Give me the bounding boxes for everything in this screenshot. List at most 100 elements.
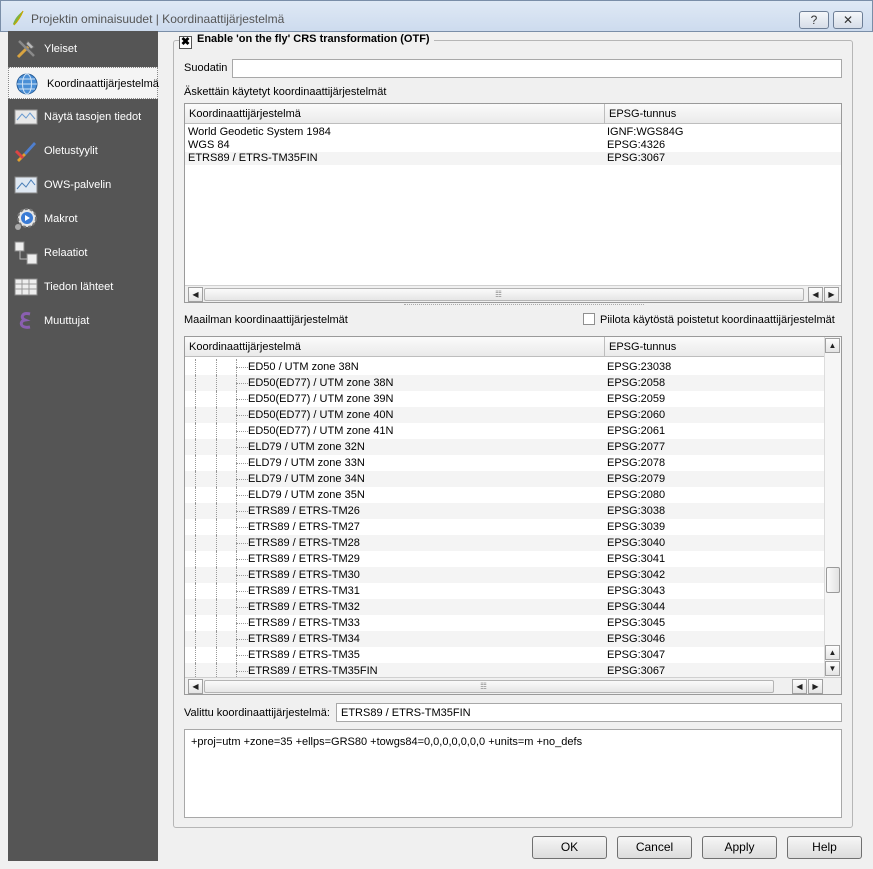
epsg-code-cell: EPSG:2078	[607, 457, 666, 469]
world-vertical-scrollbar[interactable]: ▲ ▲ ▼	[824, 337, 841, 678]
sidebar-item-label: Tiedon lähteet	[44, 281, 114, 293]
column-header-crs[interactable]: Koordinaattijärjestelmä	[185, 104, 605, 124]
window-close-button[interactable]: ✕	[833, 11, 863, 29]
tree-guide-lines	[195, 647, 248, 663]
scroll-left-button[interactable]: ◀	[792, 679, 807, 694]
table-row[interactable]: World Geodetic System 1984 IGNF:WGS84G	[185, 126, 841, 139]
sidebar-item-label: Koordinaattijärjestelmä	[47, 78, 159, 90]
table-row[interactable]: ETRS89 / ETRS-TM35 EPSG:3047	[185, 647, 824, 663]
grip-icon: ⁞⁞⁞⁞	[495, 289, 502, 299]
sidebar-item-ows-server[interactable]: OWS-palvelin	[8, 169, 158, 201]
table-row[interactable]: ETRS89 / ETRS-TM29 EPSG:3041	[185, 551, 824, 567]
window-title: Projektin ominaisuudet | Koordinaattijär…	[31, 12, 285, 26]
gear-play-icon	[15, 208, 37, 230]
crs-name-cell: ETRS89 / ETRS-TM35FIN	[188, 152, 318, 164]
sidebar-item-default-styles[interactable]: Oletustyylit	[8, 135, 158, 167]
crs-name-cell: ETRS89 / ETRS-TM27	[248, 521, 360, 533]
table-row[interactable]: ED50(ED77) / UTM zone 41N EPSG:2061	[185, 423, 824, 439]
tools-icon	[16, 40, 35, 59]
scroll-right-button[interactable]: ▶	[808, 679, 823, 694]
ok-button[interactable]: OK	[532, 836, 607, 859]
sidebar: Yleiset Koordinaattijärjestelmä Näytä ta…	[8, 31, 159, 861]
scroll-left-button[interactable]: ◀	[808, 287, 823, 302]
sidebar-item-macros[interactable]: Makrot	[8, 203, 158, 235]
table-row[interactable]: ETRS89 / ETRS-TM35FIN EPSG:3067	[185, 152, 841, 165]
world-horizontal-scrollbar[interactable]: ◀ ⁞⁞⁞⁞ ◀ ▶	[185, 677, 841, 694]
sidebar-item-relations[interactable]: Relaatiot	[8, 237, 158, 269]
table-row[interactable]: ETRS89 / ETRS-TM28 EPSG:3040	[185, 535, 824, 551]
tree-guide-lines	[195, 375, 248, 391]
sidebar-item-crs[interactable]: Koordinaattijärjestelmä	[8, 67, 159, 99]
table-row[interactable]: ETRS89 / ETRS-TM32 EPSG:3044	[185, 599, 824, 615]
epsg-code-cell: EPSG:2077	[607, 441, 666, 453]
window-help-button[interactable]: ?	[799, 11, 829, 29]
table-row[interactable]: ELD79 / UTM zone 35N EPSG:2080	[185, 487, 824, 503]
recent-horizontal-scrollbar[interactable]: ◀ ⁞⁞⁞⁞ ◀ ▶	[185, 285, 841, 302]
table-row[interactable]: ETRS89 / ETRS-TM31 EPSG:3043	[185, 583, 824, 599]
grip-icon: ⁞⁞⁞⁞	[480, 681, 487, 691]
epsg-code-cell: EPSG:3042	[607, 569, 666, 581]
table-row[interactable]: ETRS89 / ETRS-TM33 EPSG:3045	[185, 615, 824, 631]
table-row[interactable]: ED50 / UTM zone 38N EPSG:23038	[185, 359, 824, 375]
selected-crs-field[interactable]	[336, 703, 842, 722]
table-row[interactable]: ELD79 / UTM zone 33N EPSG:2078	[185, 455, 824, 471]
scroll-left-button[interactable]: ◀	[188, 287, 203, 302]
table-row[interactable]: ED50(ED77) / UTM zone 40N EPSG:2060	[185, 407, 824, 423]
filter-input[interactable]	[232, 59, 842, 78]
tree-guide-lines	[195, 615, 248, 631]
scroll-up-button[interactable]: ▲	[825, 645, 840, 660]
tree-guide-lines	[195, 583, 248, 599]
hide-deprecated-box	[583, 313, 595, 325]
proj4-text-area[interactable]: +proj=utm +zone=35 +ellps=GRS80 +towgs84…	[184, 729, 842, 818]
column-header-crs[interactable]: Koordinaattijärjestelmä	[185, 337, 605, 357]
tree-guide-lines	[195, 359, 248, 375]
crs-name-cell: ED50(ED77) / UTM zone 39N	[248, 393, 394, 405]
sidebar-item-layer-info[interactable]: Näytä tasojen tiedot	[8, 101, 158, 133]
tree-guide-lines	[195, 391, 248, 407]
table-row[interactable]: ETRS89 / ETRS-TM27 EPSG:3039	[185, 519, 824, 535]
sidebar-item-general[interactable]: Yleiset	[8, 33, 158, 65]
scroll-thumb[interactable]	[826, 567, 840, 593]
table-row[interactable]: ETRS89 / ETRS-TM34 EPSG:3046	[185, 631, 824, 647]
help-button[interactable]: Help	[787, 836, 862, 859]
scroll-thumb[interactable]: ⁞⁞⁞⁞	[204, 680, 774, 693]
epsg-code-cell: EPSG:2058	[607, 377, 666, 389]
scroll-thumb[interactable]: ⁞⁞⁞⁞	[204, 288, 804, 301]
scroll-down-button[interactable]: ▼	[825, 661, 840, 676]
table-row[interactable]: ELD79 / UTM zone 32N EPSG:2077	[185, 439, 824, 455]
sidebar-item-variables[interactable]: Muuttujat	[8, 305, 158, 337]
crs-name-cell: ED50 / UTM zone 38N	[248, 361, 359, 373]
column-header-epsg[interactable]: EPSG-tunnus	[605, 104, 841, 124]
epsg-code-cell: EPSG:2060	[607, 409, 666, 421]
crs-name-cell: ETRS89 / ETRS-TM33	[248, 617, 360, 629]
epsg-code-cell: EPSG:3043	[607, 585, 666, 597]
apply-button[interactable]: Apply	[702, 836, 777, 859]
world-crs-table: Koordinaattijärjestelmä EPSG-tunnus ED50…	[184, 336, 842, 695]
crs-name-cell: ED50(ED77) / UTM zone 41N	[248, 425, 394, 437]
hide-deprecated-checkbox[interactable]: Piilota käytöstä poistetut koordinaattij…	[583, 313, 835, 326]
scroll-right-button[interactable]: ▶	[824, 287, 839, 302]
sidebar-item-label: Näytä tasojen tiedot	[44, 111, 142, 123]
cancel-button[interactable]: Cancel	[617, 836, 692, 859]
epsg-code-cell: IGNF:WGS84G	[607, 126, 684, 138]
tree-guide-lines	[195, 599, 248, 615]
tree-guide-lines	[195, 551, 248, 567]
splitter-handle[interactable]	[404, 304, 644, 307]
epsg-code-cell: EPSG:2061	[607, 425, 666, 437]
epsilon-icon	[19, 312, 31, 329]
crs-name-cell: ETRS89 / ETRS-TM35	[248, 649, 360, 661]
sidebar-item-label: Makrot	[44, 213, 78, 225]
table-row[interactable]: WGS 84 EPSG:4326	[185, 139, 841, 152]
sidebar-item-data-sources[interactable]: Tiedon lähteet	[8, 271, 158, 303]
table-row[interactable]: ED50(ED77) / UTM zone 38N EPSG:2058	[185, 375, 824, 391]
table-row[interactable]: ELD79 / UTM zone 34N EPSG:2079	[185, 471, 824, 487]
column-header-epsg[interactable]: EPSG-tunnus	[605, 337, 825, 357]
otf-checkbox[interactable]: ✖ Enable 'on the fly' CRS transformation …	[179, 33, 434, 49]
scroll-up-button[interactable]: ▲	[825, 338, 840, 353]
world-crs-label: Maailman koordinaattijärjestelmät	[184, 314, 348, 326]
crs-name-cell: WGS 84	[188, 139, 230, 151]
table-row[interactable]: ED50(ED77) / UTM zone 39N EPSG:2059	[185, 391, 824, 407]
scroll-left-button[interactable]: ◀	[188, 679, 203, 694]
table-row[interactable]: ETRS89 / ETRS-TM30 EPSG:3042	[185, 567, 824, 583]
table-row[interactable]: ETRS89 / ETRS-TM26 EPSG:3038	[185, 503, 824, 519]
